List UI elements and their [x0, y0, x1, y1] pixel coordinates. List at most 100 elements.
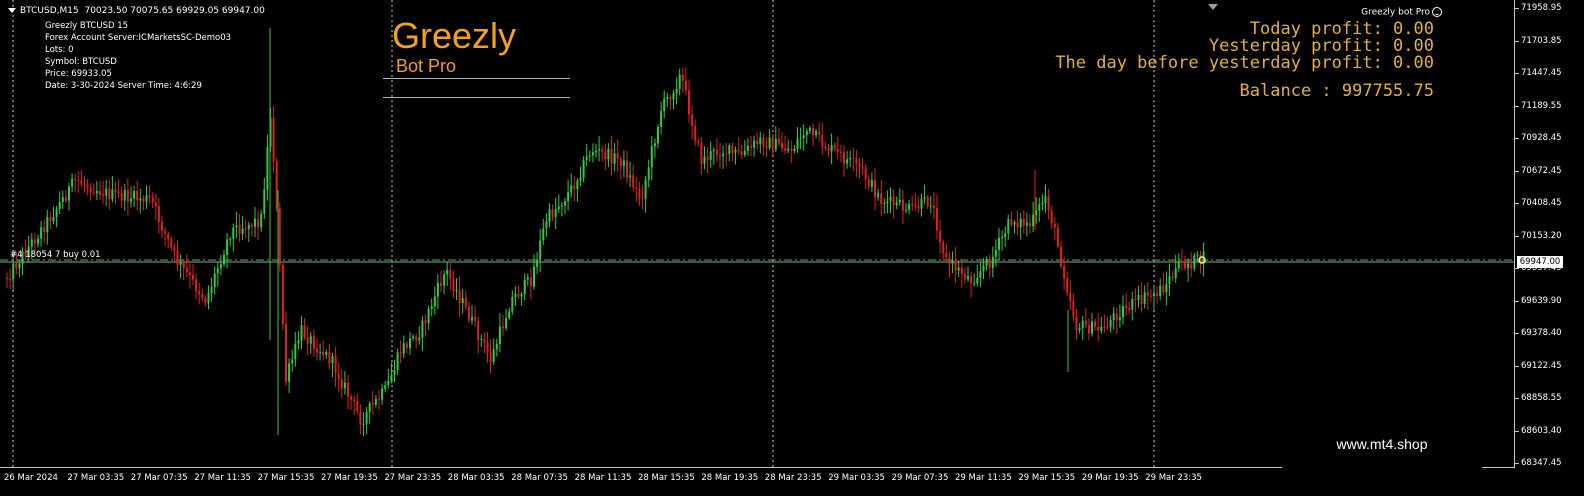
- candle: [626, 150, 628, 184]
- candle: [312, 329, 315, 357]
- candle: [728, 143, 731, 162]
- candle: [619, 156, 622, 180]
- candle: [185, 253, 188, 278]
- candle: [241, 215, 244, 240]
- candle: [1177, 253, 1180, 273]
- candle: [1066, 271, 1069, 297]
- time-tick-label: 28 Mar 15:35: [638, 473, 695, 483]
- candle: [762, 133, 765, 156]
- expert-advisor-label[interactable]: Greezly bot Pro: [1361, 7, 1442, 18]
- candle: [130, 186, 132, 208]
- candle: [1165, 271, 1168, 306]
- candle: [849, 150, 852, 167]
- brand-divider: [383, 97, 570, 98]
- candle: [994, 239, 997, 267]
- candle: [564, 197, 566, 215]
- info-line: Lots: 0: [45, 45, 74, 55]
- candle: [257, 210, 260, 240]
- candle: [1063, 256, 1066, 291]
- chart-area[interactable]: BTCUSD,M15 70023.50 70075.65 69929.05 69…: [0, 0, 1515, 468]
- candle: [381, 383, 384, 405]
- price-tick-label: 69639.90: [1515, 295, 1562, 306]
- candle: [706, 147, 709, 174]
- candle: [1053, 217, 1056, 241]
- candle: [285, 311, 287, 386]
- candle: [805, 128, 808, 144]
- candle: [99, 180, 101, 200]
- candle: [505, 309, 508, 331]
- candle: [1029, 213, 1031, 234]
- candle: [244, 219, 247, 239]
- candle: [325, 349, 328, 359]
- candle: [1103, 314, 1106, 333]
- candle: [514, 286, 517, 306]
- candle: [393, 360, 396, 383]
- candle: [71, 173, 74, 192]
- chart-shift-arrow-icon[interactable]: [1208, 4, 1218, 10]
- candle: [998, 228, 1000, 260]
- candle: [948, 251, 951, 278]
- candle: [582, 156, 585, 183]
- candle: [213, 266, 216, 295]
- price-tick-label: 71189.55: [1515, 100, 1562, 111]
- time-axis[interactable]: 26 Mar 2024 27 Mar 03:35 27 Mar 07:35 27 Ma…: [0, 468, 1515, 496]
- candle: [430, 298, 433, 317]
- candle: [105, 179, 108, 206]
- candle: [6, 272, 8, 289]
- candle: [517, 285, 520, 299]
- candle: [653, 138, 656, 158]
- candle: [359, 403, 362, 435]
- candle: [777, 128, 780, 147]
- candle: [598, 136, 601, 162]
- candle: [1084, 308, 1087, 328]
- candle: [120, 186, 123, 208]
- candle: [945, 243, 948, 261]
- candle: [722, 145, 725, 169]
- candle: [1162, 272, 1165, 296]
- time-tick-label: 27 Mar 19:35: [321, 473, 378, 483]
- candle: [604, 143, 607, 170]
- candle: [861, 158, 864, 175]
- candle: [929, 195, 932, 214]
- candle: [750, 135, 752, 157]
- candle: [95, 181, 98, 201]
- candle: [170, 235, 173, 251]
- balance-display: Balance : 997755.75: [1239, 81, 1434, 101]
- candle: [161, 215, 163, 239]
- candle: [64, 190, 67, 203]
- candle: [942, 239, 945, 261]
- time-tick-label: 29 Mar 03:35: [828, 473, 885, 483]
- candle: [421, 315, 424, 351]
- candle: [774, 126, 777, 152]
- candle: [176, 240, 179, 272]
- candle: [954, 246, 957, 284]
- candle: [548, 203, 551, 228]
- candle: [409, 331, 411, 356]
- candle: [827, 143, 830, 157]
- candle: [1044, 184, 1047, 213]
- price-tick-label: 68603.40: [1515, 425, 1562, 436]
- chart-menu-icon[interactable]: [8, 8, 16, 13]
- candle: [334, 347, 337, 388]
- candle: [291, 349, 294, 373]
- order-line-label[interactable]: #4 18054 7 buy 0.01: [10, 250, 101, 260]
- candle: [1128, 301, 1131, 314]
- candle: [1149, 289, 1152, 302]
- candle: [319, 343, 322, 361]
- candle: [201, 288, 204, 302]
- candle: [154, 193, 157, 220]
- candle: [316, 338, 318, 361]
- price-axis[interactable]: 71958.95 71703.85 71447.45 71189.55 70928.45…: [1515, 0, 1584, 496]
- info-line: Date: 3-30-2024 Server Time: 4:6:29: [45, 81, 202, 91]
- candle: [1078, 323, 1081, 334]
- candle: [622, 150, 625, 178]
- candle: [275, 157, 278, 212]
- candle: [449, 262, 452, 291]
- candle: [46, 209, 49, 245]
- candle: [61, 190, 64, 209]
- candle: [753, 135, 756, 157]
- candle: [378, 389, 380, 410]
- candle: [867, 174, 870, 191]
- candle: [1081, 315, 1084, 341]
- candle: [446, 262, 449, 286]
